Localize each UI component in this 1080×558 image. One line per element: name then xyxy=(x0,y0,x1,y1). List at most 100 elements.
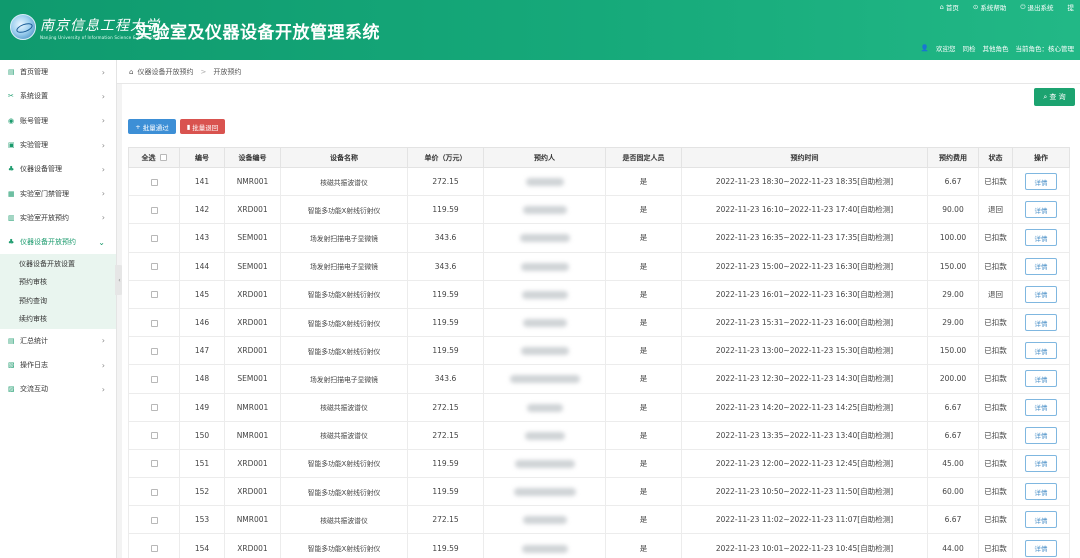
cell-device-code: XRD001 xyxy=(224,477,281,507)
sidebar-item-lab-booking[interactable]: ▥ 实验室开放预约 › xyxy=(0,206,116,230)
table-row[interactable]: 151 XRD001 智能多功能X射线衍射仪 119.59 是 2022-11-23 12… xyxy=(128,448,1070,479)
sidebar-item-label: 实验室门禁管理 xyxy=(20,189,69,198)
table-row[interactable]: 147 XRD001 智能多功能X射线衍射仪 119.59 是 2022-11-23 13… xyxy=(128,336,1070,366)
table-row[interactable]: 153 NMR001 核磁共振波谱仪 272.15 是 2022-11-23 11:02~… xyxy=(128,505,1070,535)
row-checkbox[interactable] xyxy=(150,375,158,383)
batch-return-button[interactable]: ▮ 批量退回 xyxy=(180,119,225,134)
sidebar-item-accounts[interactable]: ◉ 账号管理 › xyxy=(0,109,116,133)
table-row[interactable]: 146 XRD001 智能多功能X射线衍射仪 119.59 是 2022-11-23 15… xyxy=(128,307,1070,338)
sidebar-item-statistics[interactable]: ▤ 汇总统计 › xyxy=(0,329,116,353)
column-header-fee: 预约费用 xyxy=(927,147,979,168)
cell-fixed: 是 xyxy=(605,223,682,253)
cell-fixed: 是 xyxy=(605,533,682,558)
detail-button[interactable]: 详情 xyxy=(1025,173,1057,191)
detail-button[interactable]: 详情 xyxy=(1025,539,1057,557)
extra-link-label: 提 xyxy=(1067,4,1075,12)
sidebar-subitem-renewal-review[interactable]: 续约审核 xyxy=(0,310,116,329)
cell-action: 详情 xyxy=(1012,307,1070,338)
help-link[interactable]: ⊙ 系统帮助 xyxy=(973,2,1006,12)
cell-device-name: 核磁共振波谱仪 xyxy=(280,166,408,197)
cell-fee: 150.00 xyxy=(927,336,979,366)
cell-status: 已扣款 xyxy=(978,223,1013,253)
row-checkbox[interactable] xyxy=(150,234,158,242)
detail-button[interactable]: 详情 xyxy=(1025,229,1057,247)
sidebar-item-instruments[interactable]: ♣ 仪器设备管理 › xyxy=(0,157,116,181)
home-icon: ⌂ xyxy=(939,3,944,11)
detail-button[interactable]: 详情 xyxy=(1025,201,1057,219)
sidebar-item-label: 仪器设备开放预约 xyxy=(20,238,76,247)
home-link-label: 首页 xyxy=(945,4,959,12)
row-checkbox[interactable] xyxy=(150,460,158,468)
cell-no: 141 xyxy=(179,166,225,197)
detail-button[interactable]: 详情 xyxy=(1025,314,1057,332)
table-row[interactable]: 141 NMR001 核磁共振波谱仪 272.15 是 2022-11-23 18:30~… xyxy=(128,166,1070,197)
home-link[interactable]: ⌂ 首页 xyxy=(940,2,959,12)
breadcrumb-parent[interactable]: 仪器设备开放预约 xyxy=(137,67,193,77)
cell-fixed: 是 xyxy=(605,166,682,197)
query-button[interactable]: ⌕ 查 询 xyxy=(1034,88,1075,106)
sidebar-item-system-settings[interactable]: ✂ 系统设置 › xyxy=(0,84,116,108)
row-checkbox[interactable] xyxy=(150,319,158,327)
row-checkbox[interactable] xyxy=(150,291,158,299)
detail-button[interactable]: 详情 xyxy=(1025,426,1057,444)
redacted-booker-name xyxy=(520,347,569,356)
other-role-link[interactable]: 其他角色 xyxy=(983,43,1009,53)
table-row[interactable]: 145 XRD001 智能多功能X射线衍射仪 119.59 是 2022-11-23 16… xyxy=(128,279,1070,309)
table-row[interactable]: 152 XRD001 智能多功能X射线衍射仪 119.59 是 2022-11-23 10… xyxy=(128,477,1070,507)
row-checkbox[interactable] xyxy=(150,263,158,271)
sidebar-subitem-booking-query[interactable]: 预约查询 xyxy=(0,292,116,311)
sidebar-subitem-open-settings[interactable]: 仪器设备开放设置 xyxy=(0,254,116,273)
detail-button[interactable]: 详情 xyxy=(1025,285,1057,303)
detail-button[interactable]: 详情 xyxy=(1025,454,1057,472)
detail-button[interactable]: 详情 xyxy=(1025,370,1057,388)
cell-action: 详情 xyxy=(1012,420,1070,450)
row-checkbox[interactable] xyxy=(150,347,158,355)
sidebar-item-experiments[interactable]: ▣ 实验管理 › xyxy=(0,133,116,157)
cell-status: 退回 xyxy=(978,279,1013,309)
cell-booker xyxy=(483,364,606,394)
redacted-booker-name xyxy=(522,319,567,328)
table-row[interactable]: 148 SEM001 场发射扫描电子显微镜 343.6 是 2022-11-23 12:3… xyxy=(128,364,1070,394)
sidebar-item-operation-log[interactable]: ▧ 操作日志 › xyxy=(0,353,116,377)
sidebar-item-communication[interactable]: ▨ 交流互动 › xyxy=(0,377,116,401)
extra-link[interactable]: 提 xyxy=(1068,2,1075,12)
sidebar-item-door-access[interactable]: ▦ 实验室门禁管理 › xyxy=(0,181,116,205)
row-select-cell xyxy=(128,251,180,281)
row-checkbox[interactable] xyxy=(150,206,158,214)
cell-action: 详情 xyxy=(1012,195,1070,225)
cell-status: 已扣款 xyxy=(978,420,1013,450)
batch-pass-button[interactable]: + 批量通过 xyxy=(128,119,176,134)
row-checkbox[interactable] xyxy=(150,488,158,496)
detail-button[interactable]: 详情 xyxy=(1025,483,1057,501)
sidebar-subitem-booking-review[interactable]: 预约审核 xyxy=(0,273,116,292)
cell-no: 145 xyxy=(179,279,225,309)
cell-fee: 6.67 xyxy=(927,166,979,197)
chevron-right-icon: › xyxy=(101,189,105,199)
row-checkbox[interactable] xyxy=(150,516,158,524)
table-row[interactable]: 143 SEM001 场发射扫描电子显微镜 343.6 是 2022-11-23 16:3… xyxy=(128,223,1070,253)
redacted-booker-name xyxy=(521,544,568,553)
redacted-booker-name xyxy=(514,459,575,468)
main-panel: ⌕ 查 询 + 批量通过 ▮ 批量退回 全选 编号 设备编号 设备名称 单价（万… xyxy=(122,84,1080,558)
select-all-checkbox[interactable] xyxy=(159,154,167,161)
table-row[interactable]: 142 XRD001 智能多功能X射线衍射仪 119.59 是 2022-11-23 16… xyxy=(128,195,1070,225)
sidebar-item-home[interactable]: ▤ 首页管理 › xyxy=(0,60,116,84)
logout-link[interactable]: ⏻ 退出系统 xyxy=(1020,2,1053,13)
cell-action: 详情 xyxy=(1012,392,1070,422)
detail-button[interactable]: 详情 xyxy=(1025,398,1057,416)
redacted-booker-name xyxy=(519,234,570,243)
sidebar-item-instrument-booking[interactable]: ♣ 仪器设备开放预约 ⌄ xyxy=(0,230,116,254)
table-row[interactable]: 144 SEM001 场发射扫描电子显微镜 343.6 是 2022-11-23 15:0… xyxy=(128,251,1070,281)
detail-button[interactable]: 详情 xyxy=(1025,342,1057,360)
cell-fixed: 是 xyxy=(605,307,682,338)
table-row[interactable]: 154 XRD001 智能多功能X射线衍射仪 119.59 是 2022-11-23 10… xyxy=(128,533,1070,558)
table-row[interactable]: 149 NMR001 核磁共振波谱仪 272.15 是 2022-11-23 14:20~… xyxy=(128,392,1070,422)
row-checkbox[interactable] xyxy=(150,178,158,186)
row-checkbox[interactable] xyxy=(150,404,158,412)
detail-button[interactable]: 详情 xyxy=(1025,511,1057,529)
row-checkbox[interactable] xyxy=(150,545,158,553)
detail-button[interactable]: 详情 xyxy=(1025,257,1057,275)
redacted-booker-name xyxy=(520,262,569,271)
row-checkbox[interactable] xyxy=(150,432,158,440)
table-row[interactable]: 150 NMR001 核磁共振波谱仪 272.15 是 2022-11-23 13:35~… xyxy=(128,420,1070,450)
